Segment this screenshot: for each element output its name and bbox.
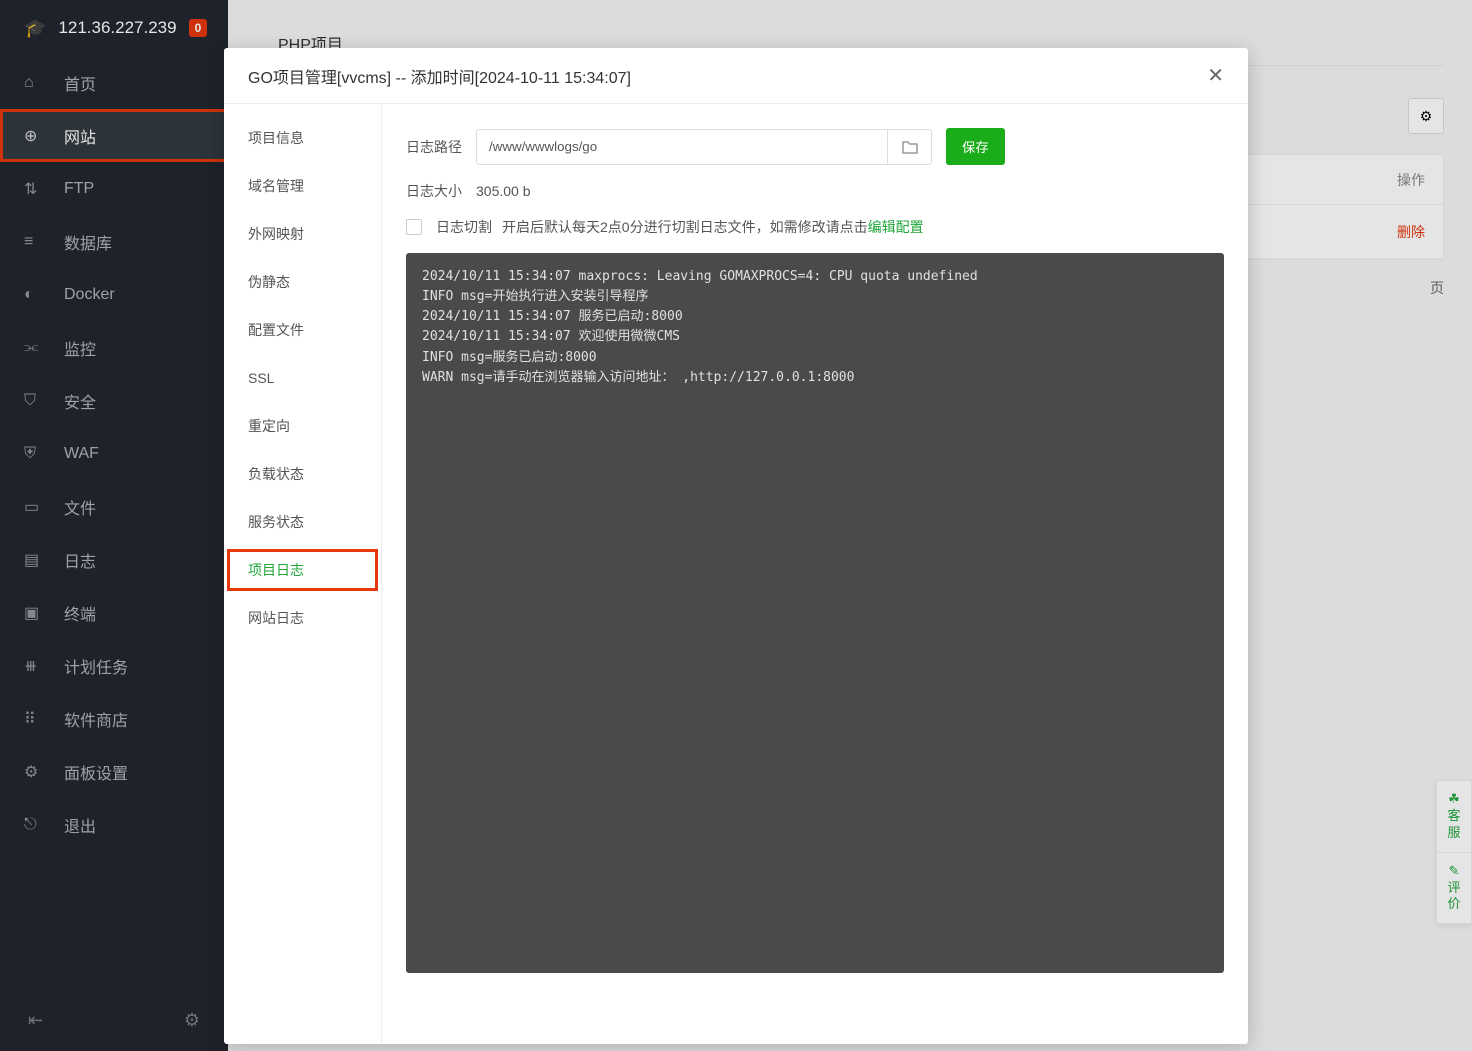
log-path-input[interactable]: [476, 129, 888, 165]
modal-nav-item-3[interactable]: 伪静态: [224, 258, 381, 306]
modal-content: 日志路径 保存 日志大小 305.00 b 日志切割 开启后默认每天2点0分进行…: [382, 104, 1248, 1044]
modal-header: GO项目管理[vvcms] -- 添加时间[2024-10-11 15:34:0…: [224, 48, 1248, 104]
save-button[interactable]: 保存: [946, 128, 1005, 165]
modal-nav: 项目信息域名管理外网映射伪静态配置文件SSL重定向负载状态服务状态项目日志网站日…: [224, 104, 382, 1044]
modal-nav-item-9[interactable]: 项目日志: [224, 546, 381, 594]
modal-nav-item-8[interactable]: 服务状态: [224, 498, 381, 546]
log-size-value: 305.00 b: [476, 183, 531, 199]
modal-nav-item-0[interactable]: 项目信息: [224, 114, 381, 162]
modal-nav-item-4[interactable]: 配置文件: [224, 306, 381, 354]
log-cut-checkbox[interactable]: [406, 219, 422, 235]
modal-nav-item-1[interactable]: 域名管理: [224, 162, 381, 210]
log-cut-title: 日志切割: [436, 217, 492, 237]
log-console: 2024/10/11 15:34:07 maxprocs: Leaving GO…: [406, 253, 1224, 973]
modal-nav-item-6[interactable]: 重定向: [224, 402, 381, 450]
modal-nav-item-5[interactable]: SSL: [224, 354, 381, 402]
modal-nav-item-7[interactable]: 负载状态: [224, 450, 381, 498]
modal-body: 项目信息域名管理外网映射伪静态配置文件SSL重定向负载状态服务状态项目日志网站日…: [224, 104, 1248, 1044]
close-icon[interactable]: ✕: [1207, 63, 1224, 88]
modal-title: GO项目管理[vvcms] -- 添加时间[2024-10-11 15:34:0…: [248, 64, 631, 88]
log-size-label: 日志大小: [406, 181, 476, 201]
log-path-row: 日志路径 保存: [406, 128, 1224, 165]
modal-nav-item-10[interactable]: 网站日志: [224, 594, 381, 642]
folder-icon[interactable]: [888, 129, 932, 165]
log-size-row: 日志大小 305.00 b: [406, 181, 1224, 201]
log-path-label: 日志路径: [406, 137, 476, 157]
log-cut-desc: 开启后默认每天2点0分进行切割日志文件，如需修改请点击: [502, 217, 868, 237]
modal-nav-item-2[interactable]: 外网映射: [224, 210, 381, 258]
project-manage-modal: GO项目管理[vvcms] -- 添加时间[2024-10-11 15:34:0…: [224, 48, 1248, 1044]
edit-config-link[interactable]: 编辑配置: [868, 217, 924, 237]
modal-overlay: GO项目管理[vvcms] -- 添加时间[2024-10-11 15:34:0…: [0, 0, 1472, 1051]
log-cut-row: 日志切割 开启后默认每天2点0分进行切割日志文件，如需修改请点击 编辑配置: [406, 217, 1224, 237]
